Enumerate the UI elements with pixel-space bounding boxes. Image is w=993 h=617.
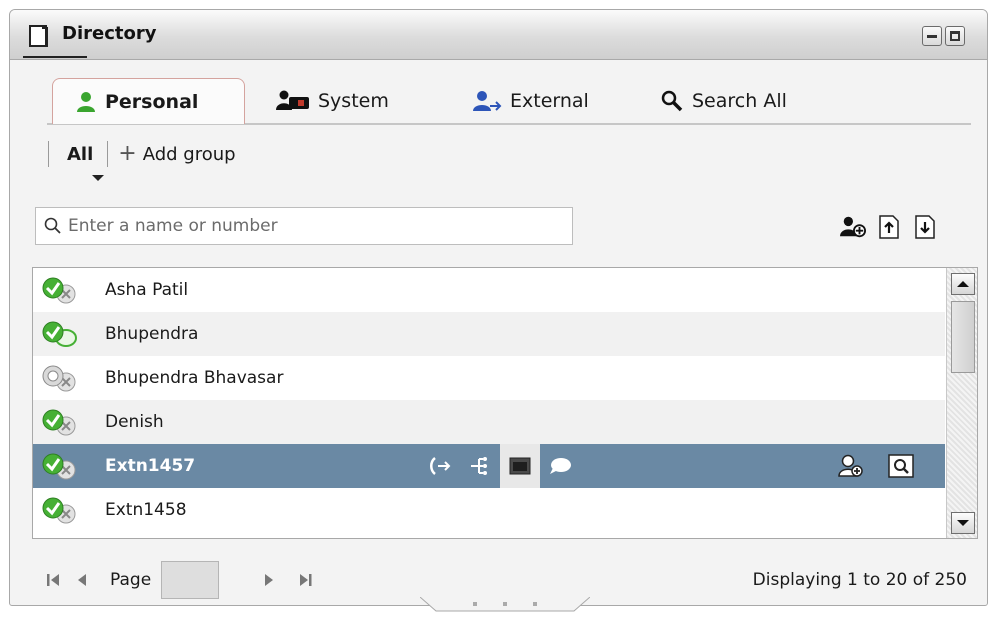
row-right-actions: [838, 444, 914, 488]
window-title: Directory: [62, 23, 157, 44]
contact-name: Asha Patil: [105, 280, 189, 300]
plus-icon: +: [118, 141, 137, 166]
add-contact-icon[interactable]: [840, 214, 866, 240]
tab-external-label: External: [510, 90, 589, 112]
group-bar: All + Add group: [48, 136, 236, 172]
person-blue-icon: [473, 91, 502, 111]
maximize-icon[interactable]: [945, 26, 965, 46]
row-actions: [420, 444, 580, 488]
person-green-icon: [77, 91, 95, 112]
call-icon[interactable]: [420, 444, 460, 488]
download-icon[interactable]: [912, 214, 938, 240]
first-page-icon[interactable]: [40, 566, 68, 594]
search-icon: [44, 217, 61, 234]
contact-name: Extn1457: [105, 456, 196, 476]
contact-name: Extn1458: [105, 500, 187, 520]
add-group-label: Add group: [142, 143, 236, 165]
title-bar[interactable]: Directory: [10, 10, 987, 60]
previous-page-icon[interactable]: [68, 566, 96, 594]
page-label: Page: [110, 570, 152, 590]
list-item-selected[interactable]: Extn1457: [33, 444, 945, 488]
last-page-icon[interactable]: [291, 566, 319, 594]
search-input[interactable]: [66, 211, 572, 241]
tab-search-all-label: Search All: [692, 90, 787, 112]
group-all-underline: [23, 56, 87, 58]
contact-name: Bhupendra: [105, 324, 199, 344]
transfer-icon[interactable]: [460, 444, 500, 488]
minimize-icon[interactable]: [922, 26, 942, 46]
directory-toolbar: [840, 214, 938, 240]
list-item[interactable]: Extn1458: [33, 488, 945, 532]
group-all[interactable]: All: [49, 144, 107, 165]
scroll-up-button[interactable]: [951, 273, 975, 295]
scroll-down-button[interactable]: [951, 512, 975, 534]
chat-bubble-icon[interactable]: [540, 444, 580, 488]
contact-name: Denish: [105, 412, 164, 432]
scroll-thumb[interactable]: [951, 301, 975, 373]
list-item[interactable]: Denish: [33, 400, 945, 444]
video-window-icon[interactable]: [500, 444, 540, 488]
document-icon: [29, 25, 48, 47]
presence-available-icon: [42, 277, 76, 304]
presence-available-chat-icon: [42, 321, 77, 347]
contact-name: Bhupendra Bhavasar: [105, 368, 284, 388]
tab-external[interactable]: External: [472, 78, 589, 124]
arrow-down-icon: [957, 520, 969, 526]
presence-available-icon: [42, 497, 76, 524]
pager: Page: [40, 558, 319, 602]
presence-available-icon: [42, 453, 76, 480]
list-item[interactable]: Asha Patil: [33, 268, 945, 312]
caret-down-icon: [92, 175, 104, 181]
resize-grip-icon[interactable]: [420, 597, 590, 617]
add-group-button[interactable]: + Add group: [108, 143, 235, 165]
search-box[interactable]: [35, 207, 573, 245]
tab-personal-label: Personal: [105, 90, 199, 113]
view-details-icon[interactable]: [888, 454, 914, 478]
displaying-status: Displaying 1 to 20 of 250: [752, 570, 967, 590]
tab-system-label: System: [318, 90, 389, 112]
tab-search-all[interactable]: Search All: [660, 78, 787, 124]
magnifier-icon: [661, 90, 683, 112]
arrow-up-icon: [957, 281, 969, 287]
list-item[interactable]: Bhupendra: [33, 312, 945, 356]
directory-window: Directory Personal System External Searc…: [9, 9, 988, 606]
upload-icon[interactable]: [876, 214, 902, 240]
presence-available-icon: [42, 409, 76, 436]
tab-personal[interactable]: Personal: [52, 78, 245, 124]
add-to-personal-icon[interactable]: [838, 454, 864, 478]
page-number-input[interactable]: [161, 561, 220, 599]
contact-list[interactable]: Asha Patil Bhupendra Bhupendra Bhavasar: [32, 267, 978, 539]
next-page-icon[interactable]: [255, 566, 283, 594]
people-system-icon: [276, 90, 309, 110]
presence-offline-icon: [42, 365, 76, 392]
vertical-scrollbar[interactable]: [946, 268, 977, 538]
tab-system[interactable]: System: [276, 78, 389, 124]
list-item[interactable]: Bhupendra Bhavasar: [33, 356, 945, 400]
